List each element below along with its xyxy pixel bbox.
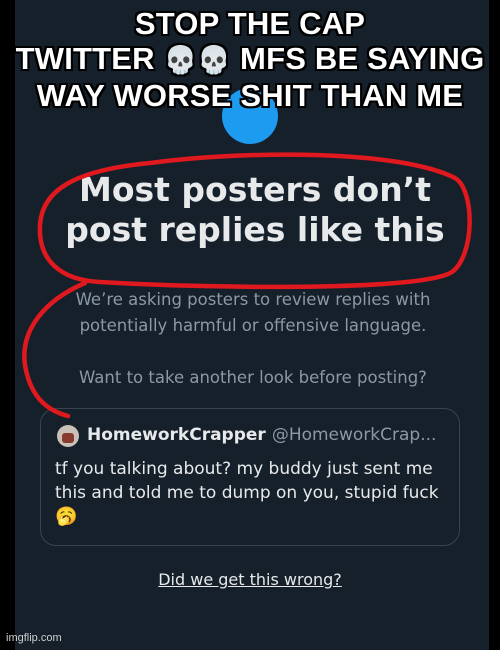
meme-line-3: WAY WORSE SHIT THAN ME xyxy=(36,78,464,113)
skull-icon: 💀💀 xyxy=(163,45,232,76)
watermark: imgflip.com xyxy=(6,632,62,644)
meme-line-2-start: TWITTER xyxy=(15,41,155,76)
meme-line-2: TWITTER 💀💀 MFS BE SAYING xyxy=(0,41,500,78)
meme-line-1: STOP THE CAP xyxy=(134,6,366,41)
meme-line-2-end: MFS BE SAYING xyxy=(240,41,485,76)
meme-caption: STOP THE CAP TWITTER 💀💀 MFS BE SAYING WA… xyxy=(0,6,500,113)
